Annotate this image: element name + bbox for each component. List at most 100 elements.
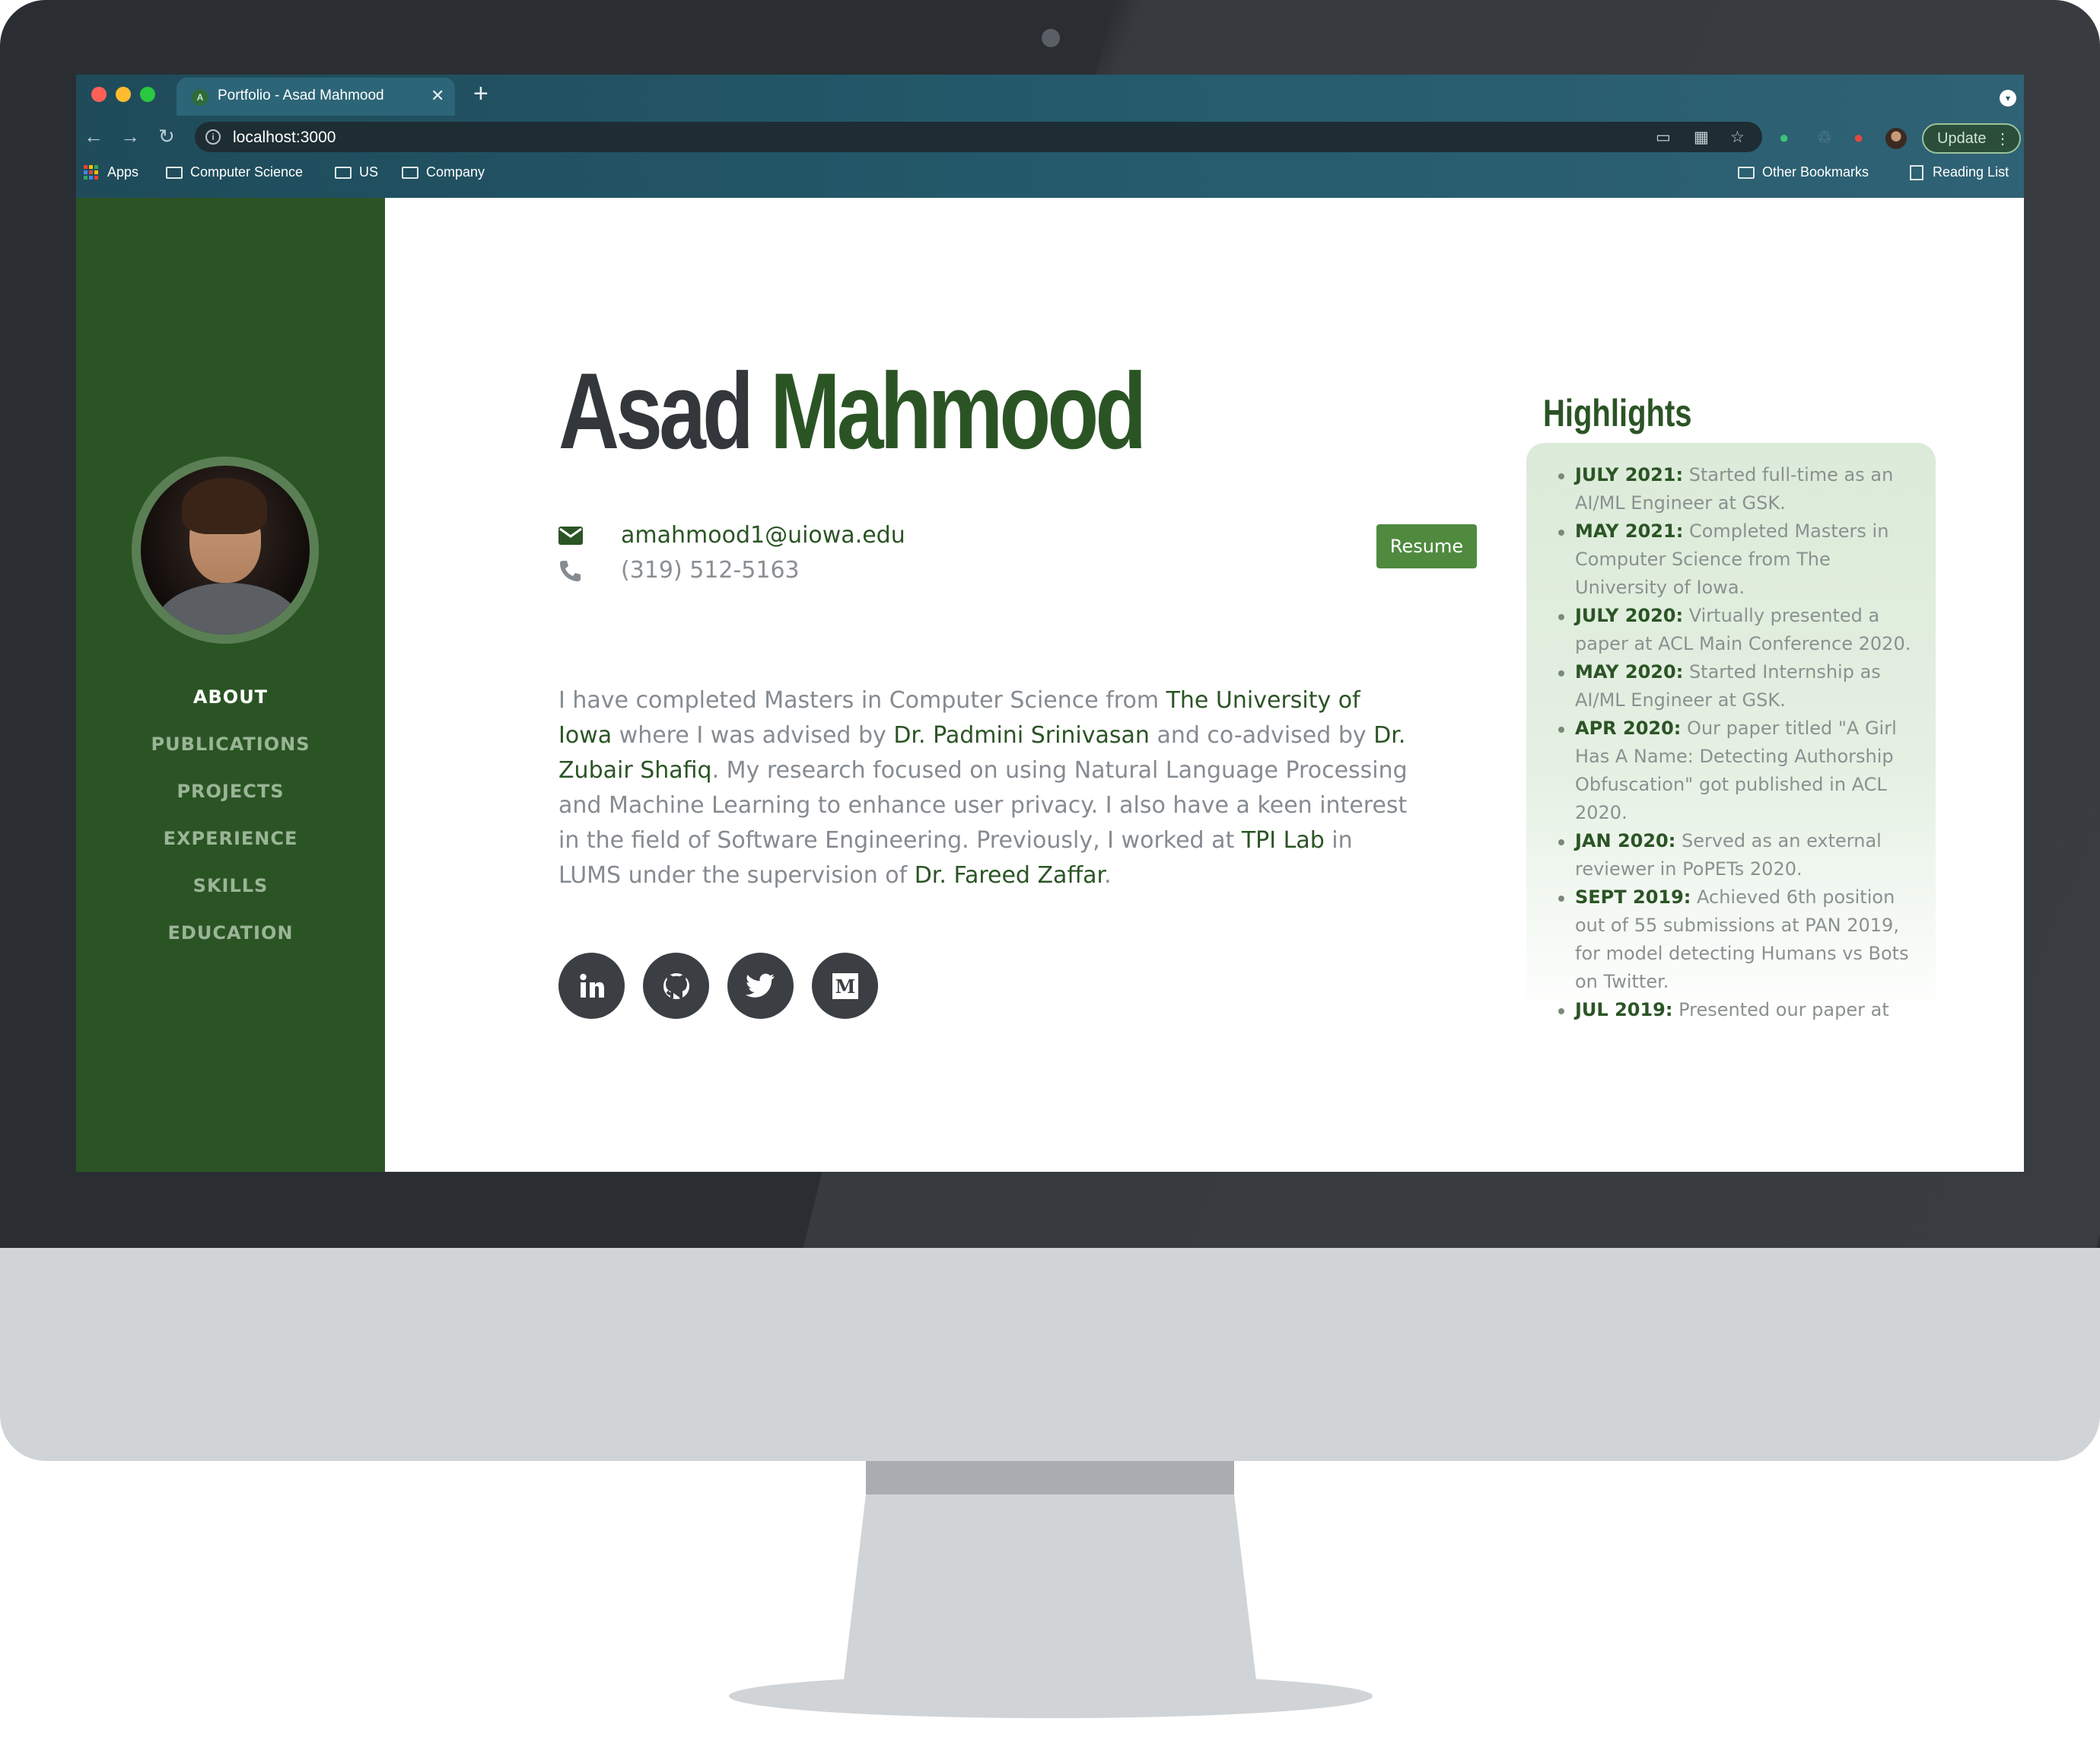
phone-number: (319) 512-5163	[621, 557, 800, 584]
highlights-panel[interactable]: JULY 2021: Started full-time as an AI/ML…	[1526, 443, 1936, 1021]
folder-icon	[402, 166, 418, 179]
highlights-title: Highlights	[1543, 392, 1692, 434]
bookmark-label: Other Bookmarks	[1762, 164, 1869, 180]
url-text: localhost:3000	[233, 129, 336, 146]
browser-chrome: A Portfolio - Asad Mahmood ✕ + ▾ ← → ↻ i…	[76, 75, 2024, 198]
phone-row: (319) 512-5163	[558, 557, 800, 584]
highlight-item: SEPT 2019: Achieved 6th position out of …	[1557, 883, 1920, 996]
profile-photo	[132, 457, 319, 644]
highlight-date: JULY 2021:	[1575, 464, 1684, 485]
about-text: .	[1104, 862, 1112, 889]
extension-recycle-icon[interactable]: ♲	[1817, 128, 1832, 148]
envelope-icon	[558, 526, 586, 545]
qr-code-icon[interactable]: ▦	[1694, 128, 1709, 147]
stand-base	[729, 1674, 1373, 1718]
phone-icon	[558, 559, 586, 582]
highlight-date: JUL 2019:	[1575, 999, 1673, 1020]
camera-dot	[1042, 29, 1060, 47]
bookmark-other[interactable]: Other Bookmarks	[1738, 164, 1869, 180]
highlight-item: JUL 2019: Presented our paper at	[1557, 996, 1920, 1021]
main-content: Asad Mahmood amahmood1@uiowa.edu (319) 5…	[385, 198, 2024, 1172]
bookmark-us[interactable]: US	[335, 164, 378, 180]
highlight-item: MAY 2021: Completed Masters in Computer …	[1557, 517, 1920, 602]
about-paragraph: I have completed Masters in Computer Sci…	[558, 683, 1411, 893]
page-title: Asad Mahmood	[558, 358, 1147, 466]
highlight-item: JAN 2020: Served as an external reviewer…	[1557, 827, 1920, 883]
new-tab-icon[interactable]: +	[473, 79, 488, 109]
extension-shield-icon[interactable]: ●	[1853, 128, 1863, 148]
linkedin-icon[interactable]	[558, 953, 625, 1019]
tab-title: Portfolio - Asad Mahmood	[218, 88, 384, 103]
screen: A Portfolio - Asad Mahmood ✕ + ▾ ← → ↻ i…	[76, 75, 2024, 1172]
email-link[interactable]: amahmood1@uiowa.edu	[621, 522, 905, 549]
minimize-window-button[interactable]	[116, 87, 131, 102]
link-fareed-zaffar[interactable]: Dr. Fareed Zaffar	[915, 862, 1104, 889]
highlight-date: MAY 2021:	[1575, 520, 1684, 542]
email-row: amahmood1@uiowa.edu	[558, 522, 905, 549]
bookmark-company[interactable]: Company	[402, 164, 485, 180]
highlights-list: JULY 2021: Started full-time as an AI/ML…	[1557, 461, 1920, 1021]
svg-text:M: M	[835, 975, 855, 998]
highlight-item: MAY 2020: Started Internship as AI/ML En…	[1557, 658, 1920, 715]
monitor: A Portfolio - Asad Mahmood ✕ + ▾ ← → ↻ i…	[0, 0, 2100, 1760]
nav-item-experience[interactable]: EXPERIENCE	[76, 815, 385, 862]
twitter-icon[interactable]	[727, 953, 794, 1019]
link-padmini-srinivasan[interactable]: Dr. Padmini Srinivasan	[893, 722, 1150, 749]
last-name: Mahmood	[770, 351, 1147, 472]
avatar	[141, 466, 310, 635]
about-text: and co-advised by	[1149, 722, 1374, 749]
folder-icon	[166, 166, 183, 179]
bookmark-star-icon[interactable]: ☆	[1730, 128, 1745, 147]
close-window-button[interactable]	[91, 87, 107, 102]
highlight-item: APR 2020: Our paper titled "A Girl Has A…	[1557, 715, 1920, 827]
stand-hinge	[866, 1461, 1234, 1494]
first-name: Asad	[558, 351, 754, 472]
forward-icon[interactable]: →	[120, 125, 140, 148]
nav-item-publications[interactable]: PUBLICATIONS	[76, 721, 385, 768]
highlight-date: APR 2020:	[1575, 718, 1682, 739]
github-icon[interactable]	[643, 953, 709, 1019]
link-tpi-lab[interactable]: TPI Lab	[1242, 827, 1325, 854]
monitor-chin	[0, 1248, 2100, 1461]
web-page: ABOUT PUBLICATIONS PROJECTS EXPERIENCE S…	[76, 198, 2024, 1172]
highlight-text: Presented our paper at	[1678, 999, 1889, 1020]
bookmark-apps[interactable]: Apps	[84, 164, 138, 180]
update-button[interactable]: Update ⋮	[1922, 123, 2021, 154]
address-bar[interactable]: i localhost:3000 ▭ ▦ ☆	[195, 122, 1762, 152]
bookmark-computer-science[interactable]: Computer Science	[166, 164, 303, 180]
tab-favicon: A	[192, 89, 208, 106]
tab-close-icon[interactable]: ✕	[431, 86, 444, 106]
tab-search-icon[interactable]: ▾	[2000, 90, 2016, 107]
bookmark-label: Computer Science	[190, 164, 304, 180]
highlight-item: JULY 2020: Virtually presented a paper a…	[1557, 602, 1920, 658]
reading-list[interactable]: Reading List	[1910, 164, 2009, 180]
update-label: Update	[1937, 129, 1987, 147]
reload-icon[interactable]: ↻	[158, 125, 175, 148]
grammarly-icon[interactable]: ●	[1779, 128, 1789, 148]
site-info-icon[interactable]: i	[205, 129, 221, 145]
maximize-window-button[interactable]	[140, 87, 155, 102]
profile-avatar[interactable]	[1885, 128, 1907, 149]
more-menu-icon[interactable]: ⋮	[1995, 129, 2010, 148]
monitor-bezel: A Portfolio - Asad Mahmood ✕ + ▾ ← → ↻ i…	[0, 0, 2100, 1248]
highlight-item: JULY 2021: Started full-time as an AI/ML…	[1557, 461, 1920, 517]
reading-list-icon	[1910, 164, 1923, 180]
browser-tab[interactable]: A Portfolio - Asad Mahmood ✕	[177, 78, 455, 116]
apps-grid-icon	[84, 165, 98, 180]
resume-button[interactable]: Resume	[1376, 524, 1477, 568]
bookmark-label: US	[359, 164, 379, 180]
bookmark-label: Apps	[107, 164, 139, 180]
bookmark-label: Company	[426, 164, 485, 180]
nav-item-projects[interactable]: PROJECTS	[76, 768, 385, 815]
about-text: I have completed Masters in Computer Sci…	[558, 687, 1166, 714]
back-icon[interactable]: ←	[84, 125, 103, 148]
cast-icon[interactable]: ▭	[1656, 128, 1671, 147]
highlight-date: JULY 2020:	[1575, 605, 1684, 626]
nav-item-about[interactable]: ABOUT	[76, 673, 385, 721]
highlight-date: SEPT 2019:	[1575, 886, 1691, 908]
monitor-stand	[843, 1494, 1257, 1686]
nav-item-skills[interactable]: SKILLS	[76, 862, 385, 909]
medium-icon[interactable]: M	[812, 953, 878, 1019]
nav-item-education[interactable]: EDUCATION	[76, 909, 385, 956]
about-text: where I was advised by	[612, 722, 894, 749]
